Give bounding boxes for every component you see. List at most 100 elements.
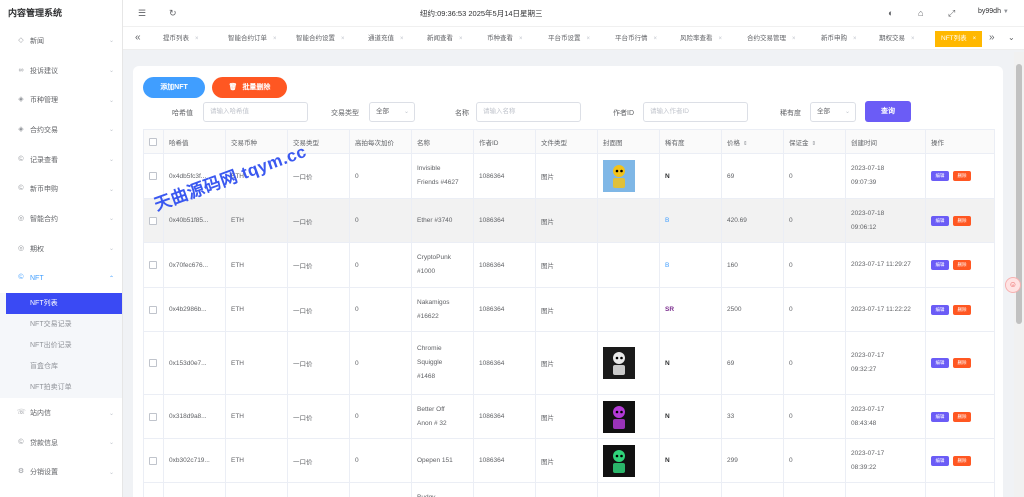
- sidebar-item[interactable]: ⚙ 分销设置 ⌄: [0, 458, 122, 488]
- tab-item[interactable]: 平台币设置 ×: [548, 31, 590, 47]
- cell-coin: ETH: [225, 198, 288, 243]
- tab-label: 新闻查看: [427, 35, 453, 42]
- sidebar-item[interactable]: © 记录查看 ⌄: [0, 145, 122, 175]
- chevron-down-icon: ⌄: [108, 97, 114, 104]
- tags-menu-icon[interactable]: ⌄: [1008, 32, 1015, 44]
- float-assistant-icon[interactable]: ☺: [1005, 277, 1021, 293]
- tab-item[interactable]: 新闻查看 ×: [427, 31, 463, 47]
- delete-button[interactable]: 删除: [953, 455, 971, 466]
- menu-fold-icon[interactable]: ☰: [138, 8, 146, 18]
- select-all-checkbox[interactable]: [149, 137, 157, 146]
- submenu-item[interactable]: NFT列表: [6, 293, 122, 315]
- delete-button[interactable]: 删除: [953, 304, 971, 315]
- tab-item[interactable]: 合约交易管理 ×: [747, 31, 796, 47]
- edit-button[interactable]: 编辑: [931, 358, 949, 368]
- close-icon[interactable]: ×: [273, 36, 277, 42]
- sidebar-item[interactable]: © 贷款信息 ⌄: [0, 428, 122, 458]
- close-icon[interactable]: ×: [654, 36, 658, 42]
- sort-icon[interactable]: ⇕: [743, 141, 748, 147]
- sidebar-item[interactable]: ☏ 站内信 ⌄: [0, 398, 122, 428]
- tab-item[interactable]: 新币申购 ×: [821, 31, 857, 47]
- edit-button[interactable]: 编辑: [931, 215, 949, 226]
- add-nft-button[interactable]: 添加NFT: [143, 77, 205, 98]
- rarity-badge: B: [665, 217, 670, 224]
- delete-button[interactable]: 删除: [953, 358, 971, 368]
- close-icon[interactable]: ×: [195, 36, 199, 42]
- edit-button[interactable]: 编辑: [931, 411, 949, 422]
- close-icon[interactable]: ×: [519, 36, 523, 42]
- close-icon[interactable]: ×: [459, 36, 463, 42]
- row-checkbox[interactable]: [149, 456, 157, 465]
- delete-button[interactable]: 删除: [953, 411, 971, 422]
- tab-item[interactable]: 风险率查看 ×: [680, 31, 722, 47]
- user-menu[interactable]: by99dh ▼: [978, 8, 1009, 15]
- tab-item[interactable]: 智能合约设置 ×: [296, 31, 345, 47]
- column-header-label: 作者ID: [479, 139, 499, 147]
- close-icon[interactable]: ×: [792, 36, 796, 42]
- sidebar-item[interactable]: ◈ 合约交易 ⌄: [0, 115, 122, 145]
- sidebar-item[interactable]: ◎ 期权 ⌄: [0, 234, 122, 264]
- tab-item[interactable]: 提币列表 ×: [163, 31, 199, 47]
- row-checkbox[interactable]: [149, 216, 157, 225]
- page-scrollbar[interactable]: [1014, 52, 1024, 497]
- edit-button[interactable]: 编辑: [931, 304, 949, 315]
- tab-item[interactable]: 币种查看 ×: [487, 31, 523, 47]
- batch-delete-button[interactable]: 🗑 批量删除: [212, 77, 287, 98]
- cell-text: 0: [355, 172, 359, 180]
- tab-item[interactable]: NFT列表 ×: [935, 31, 983, 47]
- delete-button[interactable]: 删除: [953, 215, 971, 226]
- sidebar-item[interactable]: ∞ 投诉建议 ⌄: [0, 56, 122, 86]
- close-icon[interactable]: ×: [911, 36, 915, 42]
- sidebar-item[interactable]: © NFT ⌃: [0, 264, 122, 294]
- edit-button[interactable]: 编辑: [931, 455, 949, 466]
- row-checkbox[interactable]: [149, 412, 157, 421]
- name-input[interactable]: 请输入名称: [476, 102, 581, 122]
- refresh-icon[interactable]: ↻: [169, 8, 177, 18]
- edit-button[interactable]: 编辑: [931, 171, 949, 181]
- nft-cover-image[interactable]: [603, 444, 635, 477]
- edit-button[interactable]: 编辑: [931, 260, 949, 270]
- nft-cover-image[interactable]: [603, 400, 635, 433]
- sidebar-item[interactable]: ◈ 币种管理 ⌄: [0, 85, 122, 115]
- query-button[interactable]: 查询: [865, 101, 911, 122]
- row-checkbox[interactable]: [149, 305, 157, 314]
- close-icon[interactable]: ×: [719, 36, 723, 42]
- cell-actions: 编辑 删除: [925, 394, 995, 439]
- tab-label: NFT列表: [941, 35, 967, 42]
- trade-type-select[interactable]: 全部 ⌄: [369, 102, 415, 122]
- delete-button[interactable]: 删除: [953, 260, 971, 270]
- submenu-item[interactable]: 盲盒仓库: [0, 356, 122, 377]
- hash-input[interactable]: 请输入哈希值: [203, 102, 308, 122]
- tag-icon[interactable]: ⌂: [918, 8, 923, 18]
- close-icon[interactable]: ×: [973, 36, 977, 42]
- sort-icon[interactable]: ⇕: [812, 141, 817, 147]
- submenu-item[interactable]: NFT拍卖订单: [0, 377, 122, 398]
- submenu-item[interactable]: NFT交易记录: [0, 314, 122, 335]
- tab-item[interactable]: 期权交易 ×: [879, 31, 915, 47]
- row-checkbox[interactable]: [149, 172, 157, 180]
- close-icon[interactable]: ×: [587, 36, 591, 42]
- tags-scroll-left-icon[interactable]: «: [135, 32, 141, 44]
- sidebar-item[interactable]: ◇ 新闻 ⌄: [0, 26, 122, 56]
- tab-item[interactable]: 智能合约订单 ×: [228, 31, 277, 47]
- tags-scroll-right-icon[interactable]: »: [989, 32, 995, 44]
- nft-cover-image[interactable]: [603, 160, 635, 192]
- close-icon[interactable]: ×: [853, 36, 857, 42]
- sidebar-item[interactable]: © 新币申购 ⌄: [0, 174, 122, 204]
- theme-icon[interactable]: ◐: [888, 8, 893, 18]
- tab-item[interactable]: 平台币行情 ×: [615, 31, 657, 47]
- close-icon[interactable]: ×: [400, 36, 404, 42]
- submenu-item[interactable]: NFT出价记录: [0, 335, 122, 356]
- tab-item[interactable]: 通道充值 ×: [368, 31, 404, 47]
- row-checkbox[interactable]: [149, 261, 157, 269]
- cell-type: [287, 482, 350, 497]
- sidebar-item[interactable]: ◎ 智能合约 ⌄: [0, 204, 122, 234]
- delete-button[interactable]: 删除: [953, 171, 971, 181]
- fullscreen-icon[interactable]: ⤢: [948, 8, 955, 18]
- rarity-badge: N: [665, 413, 670, 420]
- author-id-input[interactable]: 请输入作者ID: [643, 102, 748, 122]
- close-icon[interactable]: ×: [341, 36, 345, 42]
- row-checkbox[interactable]: [149, 359, 157, 367]
- nft-cover-image[interactable]: [603, 347, 635, 379]
- rarity-select[interactable]: 全部 ⌄: [810, 102, 856, 122]
